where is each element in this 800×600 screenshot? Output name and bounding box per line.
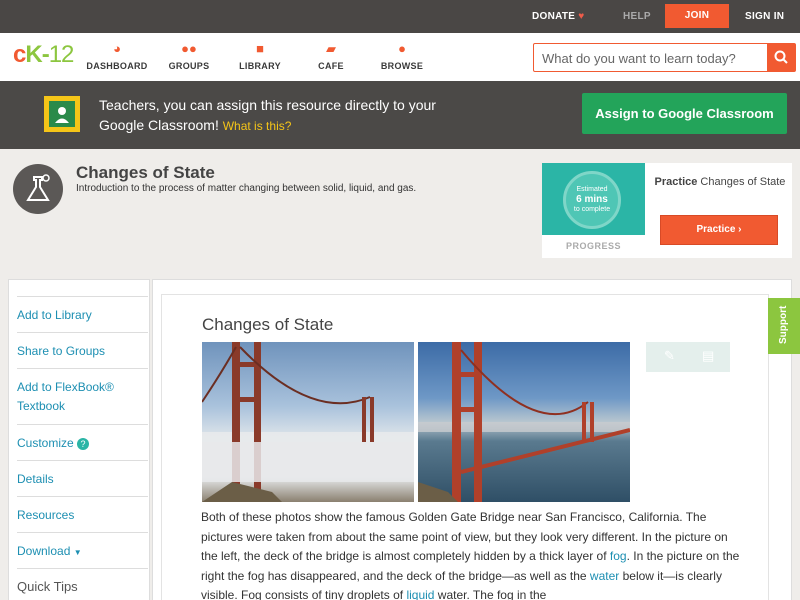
support-label: Support [778, 305, 789, 344]
logo-num: 12 [48, 41, 75, 68]
customize-label: Customize [17, 436, 74, 450]
progress-label: PROGRESS [565, 241, 621, 251]
caret-down-icon: ▼ [73, 548, 82, 557]
estimate-mins: 6 mins [576, 194, 608, 205]
nav-dashboard-label: DASHBOARD [86, 61, 148, 71]
page-subtitle: Introduction to the process of matter ch… [76, 183, 417, 194]
para-text-4: water. The fog in the [434, 588, 547, 600]
golden-gate-fog-photo [202, 342, 414, 502]
side-item-share-to-groups[interactable]: Share to Groups [17, 332, 148, 368]
practice-title-rest: Changes of State [700, 176, 786, 188]
estimated-label: Estimated [576, 186, 608, 193]
side-item-download[interactable]: Download ▼ [17, 532, 148, 568]
what-is-this-link[interactable]: What is this? [223, 119, 292, 133]
chevron-right-icon: › [738, 224, 742, 235]
progress-panel: Estimated 6 mins to complete [542, 163, 645, 235]
help-icon[interactable]: ? [77, 437, 90, 450]
fog-link[interactable]: fog [610, 549, 627, 563]
nav-cafe-label: CAFE [318, 61, 344, 71]
classroom-message: Teachers, you can assign this resource d… [99, 95, 439, 136]
logo-k: K [25, 41, 42, 68]
nav-library-label: LIBRARY [239, 61, 281, 71]
practice-card: Estimated 6 mins to complete PROGRESS Pr… [542, 163, 792, 258]
side-item-details[interactable]: Details [17, 460, 148, 496]
nav-browse[interactable]: ● BROWSE [367, 40, 437, 71]
library-icon: ■ [256, 41, 264, 56]
side-item-add-to-library[interactable]: Add to Library [17, 296, 148, 332]
lesson-paragraph: Both of these photos show the famous Gol… [201, 508, 741, 600]
nav-cafe[interactable]: ▰ CAFE [296, 40, 366, 71]
side-item-customize[interactable]: Customize ? [17, 424, 148, 460]
search-box [533, 43, 796, 72]
help-link[interactable]: HELP [623, 0, 651, 33]
pencil-icon[interactable]: ✎ [664, 348, 675, 364]
dashboard-icon: ◕ [113, 41, 121, 56]
search-icon [774, 50, 788, 64]
estimate-badge: Estimated 6 mins to complete [563, 171, 621, 229]
logo-c: c [13, 41, 26, 68]
donate-label: DONATE [532, 11, 576, 22]
google-classroom-icon [44, 96, 80, 132]
cafe-icon: ▰ [326, 41, 336, 56]
concept-icon [13, 164, 63, 214]
nav-library[interactable]: ■ LIBRARY [225, 40, 295, 71]
nav-browse-label: BROWSE [380, 61, 424, 71]
main-nav: cK-12 ◕ DASHBOARD ●● GROUPS ■ LIBRARY ▰ … [0, 33, 800, 81]
page-title: Changes of State [76, 163, 215, 182]
practice-title: Practice Changes of State [654, 175, 786, 189]
side-item-quick-tips[interactable]: Quick Tips [17, 568, 148, 600]
sign-in-link[interactable]: SIGN IN [745, 0, 784, 33]
side-item-resources[interactable]: Resources [17, 496, 148, 532]
heart-icon: ♥ [578, 11, 585, 22]
side-menu: Add to Library Share to Groups Add to Fl… [8, 279, 150, 600]
logo-dash: - [41, 41, 50, 68]
notes-icon[interactable]: ▤ [702, 348, 714, 364]
donate-link[interactable]: DONATE ♥ [532, 0, 585, 33]
browse-icon: ● [398, 41, 406, 56]
annotation-tools: ✎ ▤ [646, 342, 730, 372]
practice-button[interactable]: Practice › [660, 215, 778, 245]
flask-icon [26, 174, 50, 201]
nav-dashboard[interactable]: ◕ DASHBOARD [82, 40, 152, 71]
ck12-logo[interactable]: cK-12 [13, 41, 75, 69]
groups-icon: ●● [181, 41, 197, 56]
to-complete-label: to complete [573, 206, 611, 213]
water-link[interactable]: water [590, 569, 619, 583]
assign-google-classroom-button[interactable]: Assign to Google Classroom [582, 93, 787, 134]
golden-gate-clear-photo [418, 342, 630, 502]
top-bar: DONATE ♥ HELP JOIN SIGN IN [0, 0, 800, 33]
lesson-title: Changes of State [202, 315, 334, 334]
practice-button-label: Practice [696, 224, 736, 235]
nav-groups[interactable]: ●● GROUPS [154, 40, 224, 71]
download-label: Download [17, 544, 71, 558]
search-button[interactable] [767, 44, 795, 71]
nav-groups-label: GROUPS [168, 61, 210, 71]
practice-title-bold: Practice [654, 176, 698, 188]
liquid-link[interactable]: liquid [406, 588, 434, 600]
side-item-add-to-flexbook[interactable]: Add to FlexBook® Textbook [17, 368, 148, 424]
join-button[interactable]: JOIN [665, 4, 729, 28]
search-input[interactable] [542, 49, 762, 67]
support-tab[interactable]: Support [768, 298, 800, 354]
